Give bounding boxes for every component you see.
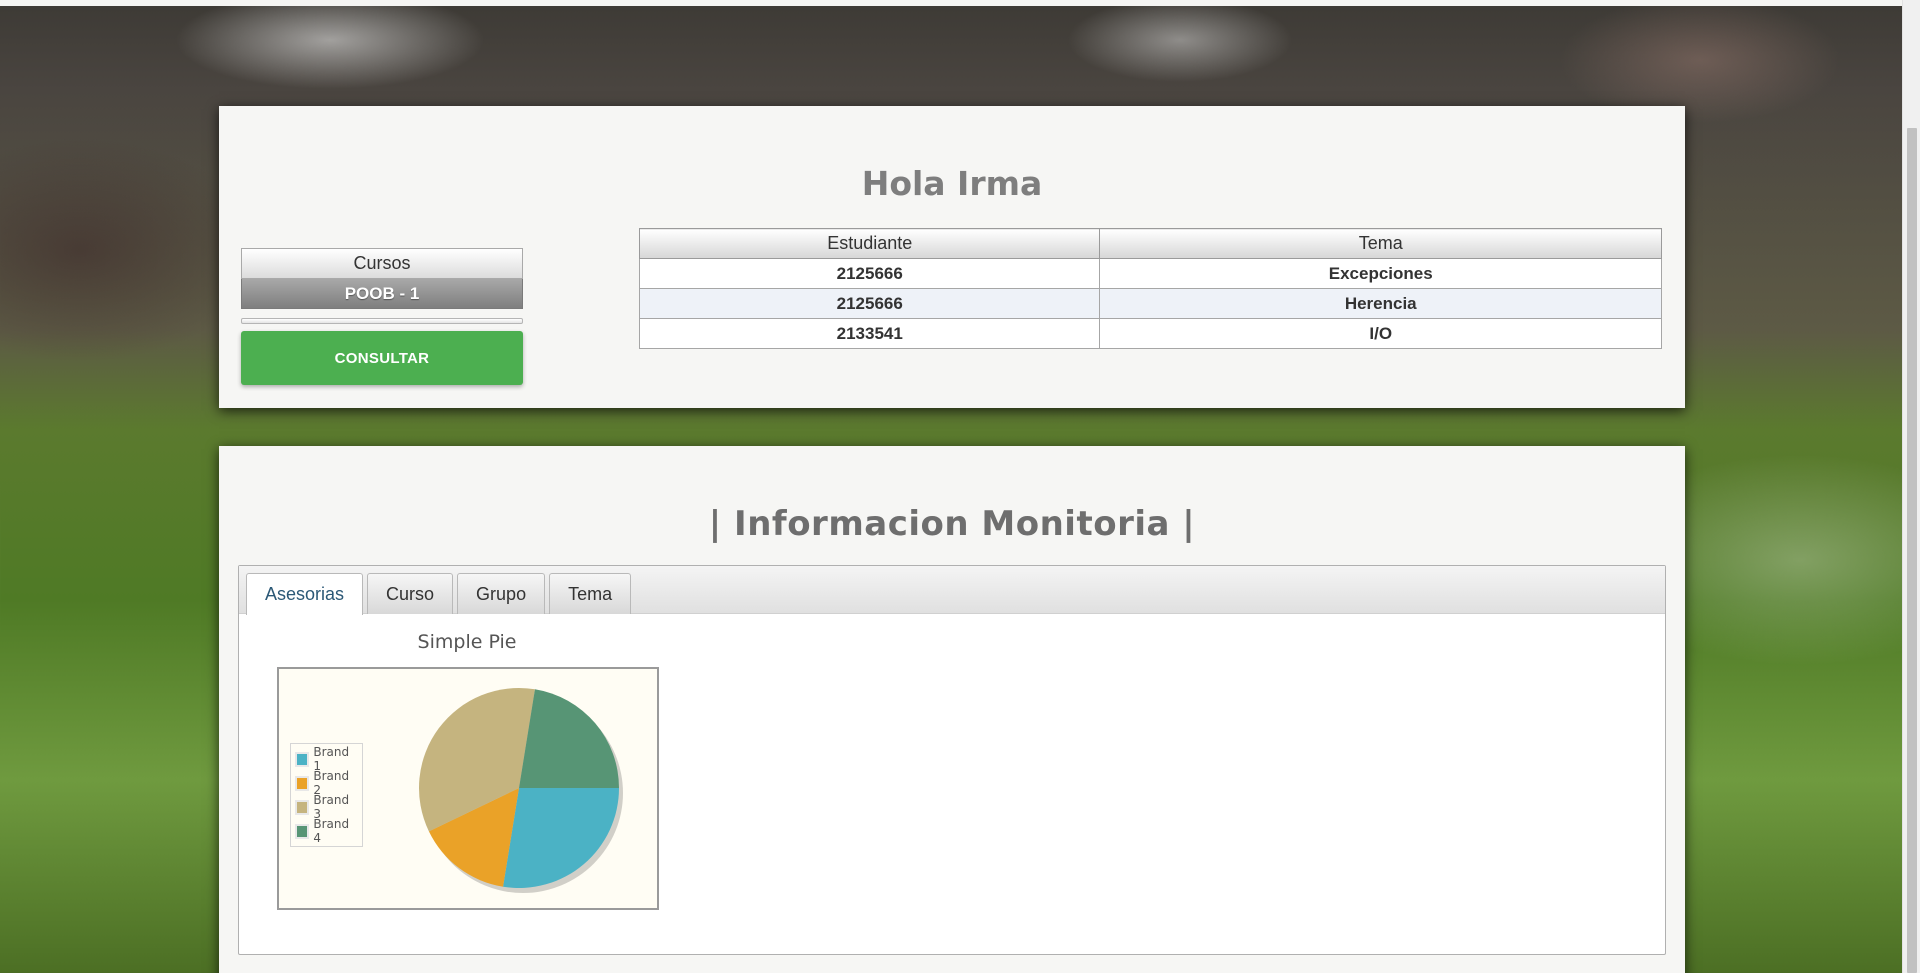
cell-estudiante: 2133541 — [638, 318, 1101, 349]
cell-tema: Excepciones — [1099, 258, 1662, 289]
chart-title: Simple Pie — [417, 631, 517, 653]
courses-listbox: Cursos POOB - 1 CONSULTAR — [241, 248, 523, 385]
table-header-row: Estudiante Tema — [638, 228, 1662, 259]
pie-slice-brand-1[interactable] — [503, 788, 619, 889]
legend-swatch — [295, 751, 310, 767]
chart-legend: Brand 1 Brand 2 Brand 3 Brand 4 — [290, 743, 363, 847]
tab-asesorias[interactable]: Asesorias — [246, 573, 364, 615]
pie-chart: Brand 1 Brand 2 Brand 3 Brand 4 — [277, 667, 659, 910]
scrollbar-thumb[interactable] — [1907, 128, 1917, 973]
vertical-scrollbar[interactable] — [1902, 0, 1920, 973]
course-item[interactable]: POOB - 1 — [241, 279, 523, 309]
legend-item: Brand 2 — [295, 769, 358, 797]
column-header-tema[interactable]: Tema — [1099, 228, 1662, 259]
legend-item: Brand 4 — [295, 817, 358, 845]
students-table: Estudiante Tema 2125666 Excepciones 2125… — [638, 228, 1662, 349]
monitoring-title: | Informacion Monitoria | — [708, 504, 1196, 544]
tab-tema[interactable]: Tema — [549, 573, 632, 614]
table-row[interactable]: 2125666 Excepciones — [638, 258, 1662, 289]
monitoring-panel: | Informacion Monitoria | Asesorias Curs… — [219, 446, 1685, 973]
pie-slice-brand-4[interactable] — [519, 689, 619, 788]
cell-tema: Herencia — [1099, 288, 1662, 319]
legend-item: Brand 3 — [295, 793, 358, 821]
tab-grupo[interactable]: Grupo — [457, 573, 546, 614]
tab-curso[interactable]: Curso — [367, 573, 454, 614]
column-header-estudiante[interactable]: Estudiante — [638, 228, 1101, 259]
monitoring-tabview: Asesorias Curso Grupo Tema Simple Pie Br… — [238, 565, 1666, 955]
cell-estudiante: 2125666 — [638, 258, 1101, 289]
courses-footer — [241, 318, 523, 324]
legend-item: Brand 1 — [295, 745, 358, 773]
legend-swatch — [295, 775, 310, 791]
tab-bar: Asesorias Curso Grupo Tema — [239, 566, 1665, 615]
welcome-panel: Hola Irma Cursos POOB - 1 CONSULTAR Estu… — [219, 106, 1685, 408]
greeting-title: Hola Irma — [861, 164, 1043, 203]
courses-header: Cursos — [241, 248, 523, 279]
legend-swatch — [295, 823, 310, 839]
legend-swatch — [295, 799, 310, 815]
table-row[interactable]: 2133541 I/O — [638, 318, 1662, 349]
table-row[interactable]: 2125666 Herencia — [638, 288, 1662, 319]
cell-tema: I/O — [1099, 318, 1662, 349]
page-top-border — [0, 0, 1902, 6]
cell-estudiante: 2125666 — [638, 288, 1101, 319]
consult-button[interactable]: CONSULTAR — [241, 331, 523, 385]
legend-label: Brand 4 — [313, 817, 350, 845]
